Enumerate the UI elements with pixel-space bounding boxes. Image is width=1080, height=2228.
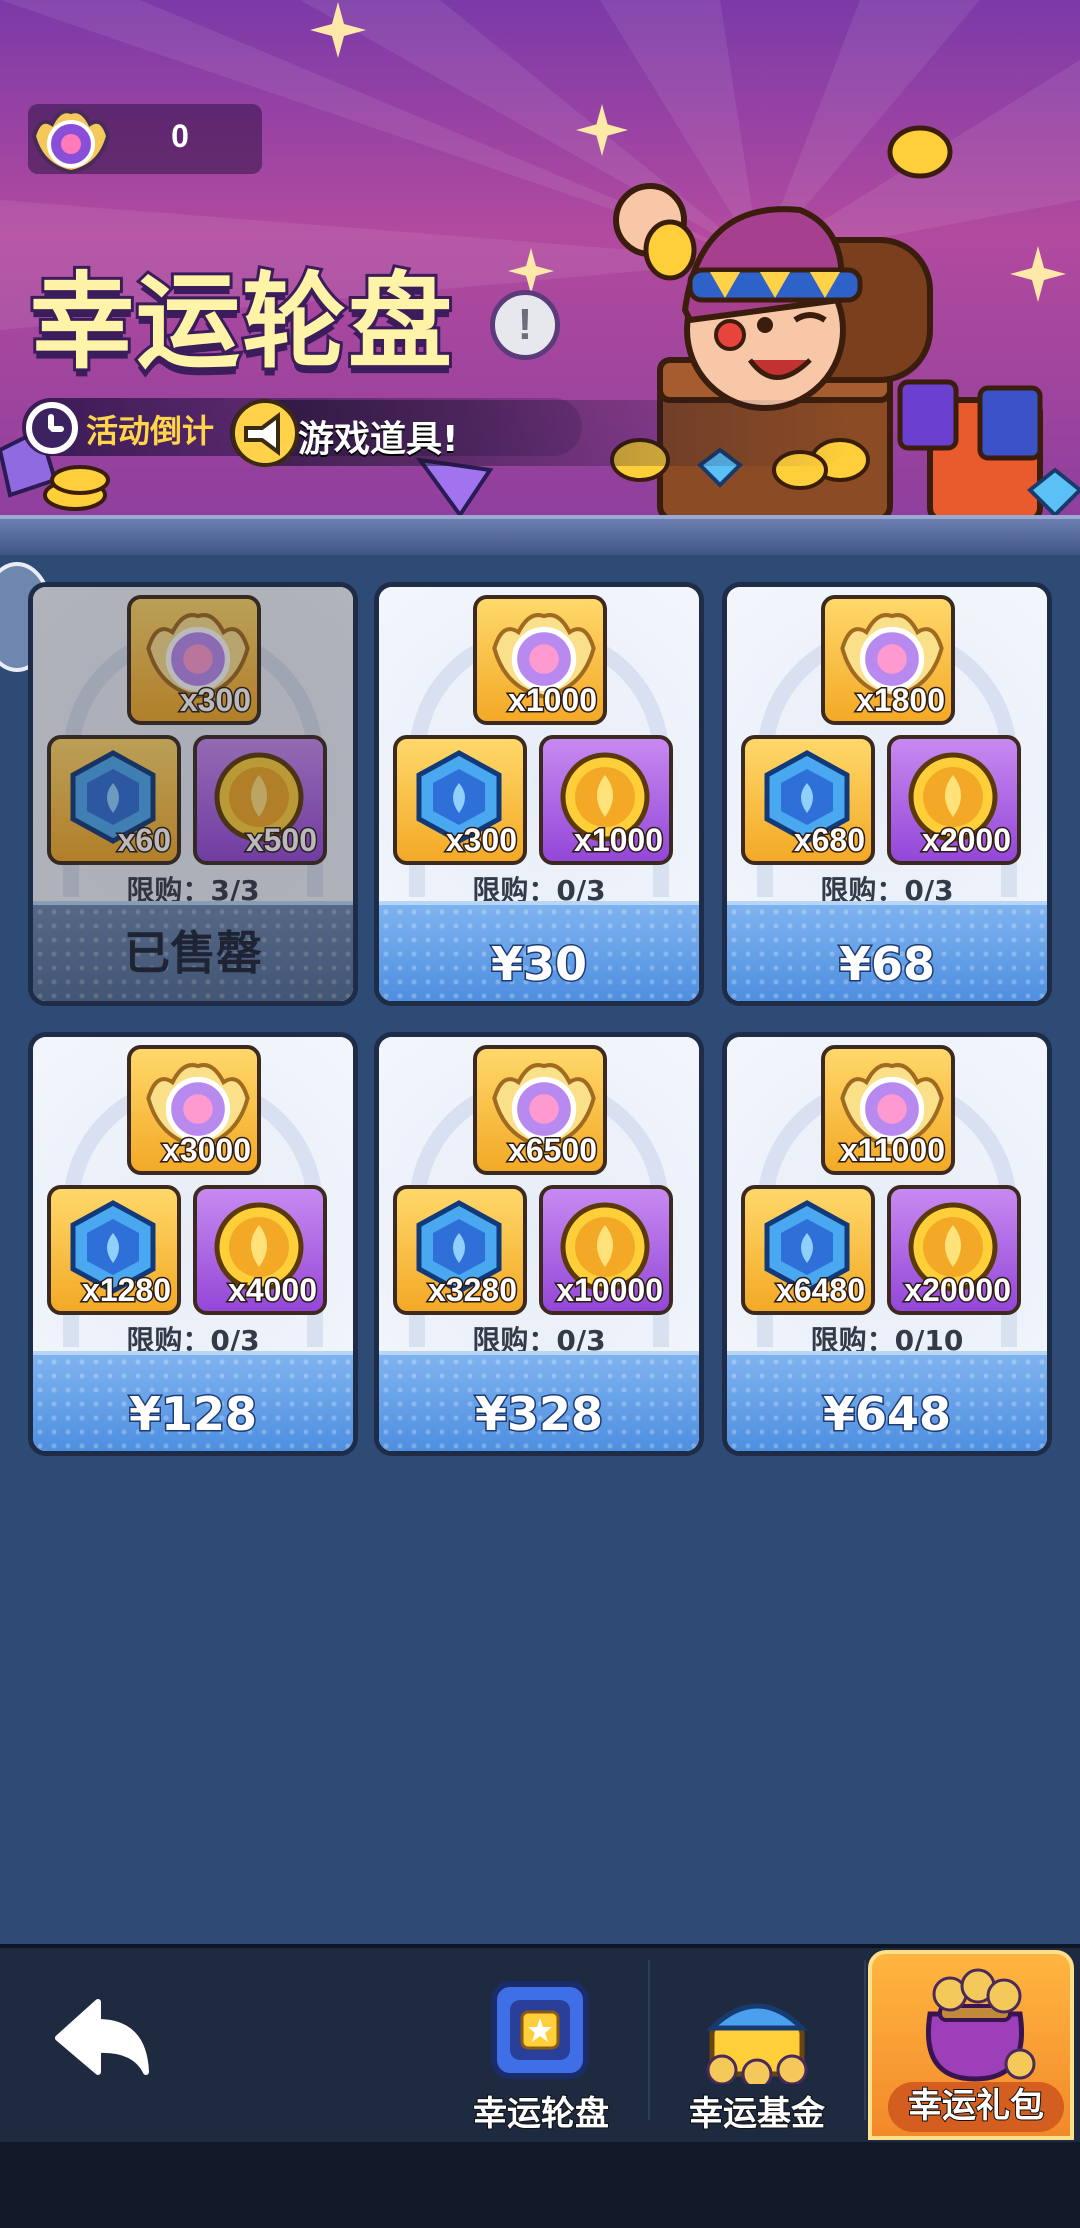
sold-out-label: 已售罄 [124,926,262,980]
wheel-tab-icon [491,1981,589,2079]
bottom-strip [0,2142,1080,2228]
buy-price-button[interactable]: ¥68 [727,936,1047,993]
reward-token: x1800 [821,595,955,725]
gift-pack-card[interactable]: x6500 x3280 x10000 限购：0/3 ¥328 [374,1032,704,1456]
reward-quantity: x1280 [81,1271,173,1310]
reward-gem: x1280 [47,1185,181,1315]
reward-token: x3000 [127,1045,261,1175]
reward-quantity: x3280 [427,1271,519,1310]
reward-coin: x2000 [887,735,1021,865]
currency-value: 0 [171,118,189,154]
reward-quantity: x6500 [507,1131,599,1170]
sparkle-icon [310,2,366,58]
gift-pack-card[interactable]: x11000 x6480 x20000 限购：0/10 ¥648 [722,1032,1052,1456]
gift-pack-card[interactable]: x3000 x1280 x4000 限购：0/3 ¥128 [28,1032,358,1456]
reward-coin: x20000 [887,1185,1021,1315]
reward-quantity: x300 [444,821,518,860]
tab-label: 幸运基金 [688,2093,826,2135]
tab-lucky-fund[interactable]: 幸运基金 [652,1950,862,2140]
buy-price-button[interactable]: ¥648 [727,1386,1047,1443]
reward-token: x6500 [473,1045,607,1175]
marquee-text: 游戏道具! [298,419,459,460]
reward-gem: x3280 [393,1185,527,1315]
tab-lucky-wheel[interactable]: 幸运轮盘 [436,1950,646,2140]
reward-quantity: x6480 [775,1271,867,1310]
reward-quantity: x3000 [161,1131,253,1170]
lucky-token-icon [31,109,111,175]
reward-coin: x1000 [539,735,673,865]
reward-gem: x6480 [741,1185,875,1315]
buy-price-button[interactable]: ¥30 [379,936,699,993]
gift-bag-tab-icon [926,1968,1036,2082]
countdown-label: 活动倒计 [86,412,215,450]
reward-token: x11000 [821,1045,955,1175]
reward-quantity: x1000 [573,821,665,860]
reward-gem: x680 [741,735,875,865]
tab-label: 幸运轮盘 [472,2093,610,2135]
reward-quantity: x1800 [855,681,947,720]
reward-quantity: x680 [792,821,866,860]
megaphone-icon [231,399,299,467]
buy-price-button[interactable]: ¥128 [33,1386,353,1443]
nav-divider [648,1960,650,2120]
reward-quantity: x4000 [227,1271,319,1310]
reward-quantity: x1000 [507,681,599,720]
sparkle-icon [508,248,554,294]
tab-lucky-gift[interactable]: 幸运礼包 [868,1950,1074,2140]
reward-token: x1000 [473,595,607,725]
reward-coin: x10000 [539,1185,673,1315]
event-title: 幸运轮盘 [27,259,455,385]
reward-gem: x300 [393,735,527,865]
gift-pack-card[interactable]: x1000 x300 x1000 限购：0/3 ¥30 [374,582,704,1006]
fund-tab-icon [705,2003,809,2084]
banner-edge [0,515,1080,555]
info-icon[interactable]: ! [490,290,560,360]
gift-pack-card: x300 x60 x500 限购：3/3 已售罄 [28,582,358,1006]
reward-coin: x4000 [193,1185,327,1315]
reward-quantity: x2000 [921,821,1013,860]
reward-quantity: x20000 [903,1271,1013,1310]
nav-divider [864,1960,866,2120]
reward-quantity: x11000 [838,1131,946,1170]
tab-label: 幸运礼包 [888,2082,1064,2132]
gift-pack-card[interactable]: x1800 x680 x2000 限购：0/3 ¥68 [722,582,1052,1006]
reward-quantity: x10000 [555,1271,665,1310]
buy-price-button[interactable]: ¥328 [379,1386,699,1443]
back-arrow-icon[interactable] [46,1990,156,2090]
clock-icon [26,402,78,454]
